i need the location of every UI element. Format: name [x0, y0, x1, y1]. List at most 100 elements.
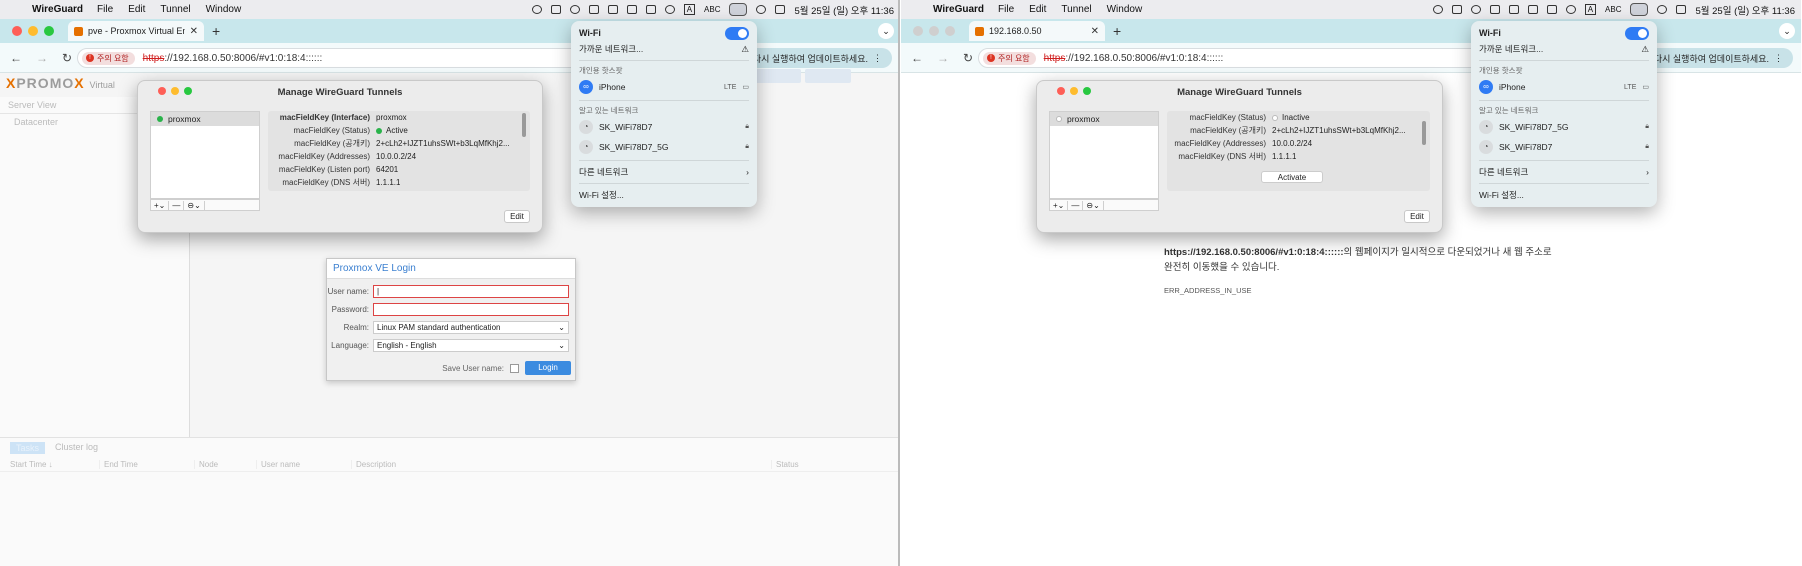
reload-icon[interactable]: ↻ [963, 51, 973, 65]
forward-icon[interactable]: → [937, 51, 949, 65]
minimize-button[interactable] [1070, 87, 1078, 95]
tunnel-actions-button[interactable]: ⊖⌄ [184, 200, 205, 210]
new-tab-icon[interactable]: + [1113, 23, 1121, 39]
remove-tunnel-button[interactable]: — [1068, 200, 1084, 210]
status-icon[interactable] [1508, 5, 1519, 14]
dnd-icon[interactable] [1565, 5, 1576, 14]
remove-tunnel-button[interactable]: — [169, 200, 185, 210]
update-button[interactable]: 다시 실행하여 업데이트하세요. ⋮ [1643, 48, 1793, 68]
realm-select[interactable]: Linux PAM standard authentication ⌄ [373, 320, 569, 334]
status-icon[interactable] [1470, 5, 1481, 14]
col-start-time[interactable]: Start Time ↓ [10, 460, 100, 469]
tunnel-actions-button[interactable]: ⊖⌄ [1083, 200, 1104, 210]
dnd-icon[interactable] [664, 5, 675, 14]
status-icon[interactable] [1451, 5, 1462, 14]
wifi-toggle[interactable] [725, 26, 749, 40]
wifi-settings-item[interactable]: Wi-Fi 설정... [1479, 187, 1649, 203]
security-badge[interactable]: ! 주의 요함 [983, 51, 1036, 65]
tab-cluster-log[interactable]: Cluster log [55, 442, 98, 454]
close-button[interactable] [12, 26, 22, 36]
minimize-button[interactable] [929, 26, 939, 36]
col-description[interactable]: Description [352, 460, 772, 469]
back-icon[interactable]: ← [10, 51, 22, 65]
battery-icon[interactable] [645, 5, 656, 14]
menu-tunnel[interactable]: Tunnel [160, 4, 190, 15]
save-user-checkbox[interactable] [510, 363, 519, 373]
menu-edit[interactable]: Edit [128, 4, 145, 15]
url-text[interactable]: https://192.168.0.50:8006/#v1:0:18:4::::… [1044, 53, 1224, 64]
zoom-button[interactable] [945, 26, 955, 36]
status-icon[interactable] [626, 5, 637, 14]
login-button[interactable]: Login [525, 361, 571, 375]
status-icon[interactable] [550, 5, 561, 14]
app-menu[interactable]: WireGuard [933, 4, 984, 15]
wifi-icon[interactable] [1630, 3, 1649, 16]
user-name-input[interactable]: | [373, 284, 569, 298]
scrollbar[interactable] [522, 113, 526, 137]
menu-file[interactable]: File [998, 4, 1014, 15]
create-ct-button[interactable] [805, 69, 851, 83]
known-network[interactable]: ◔ SK_WiFi78D7_5G 🔒︎ [579, 137, 749, 157]
clock[interactable]: 5월 25일 (일) 오후 11:36 [794, 3, 894, 17]
col-end-time[interactable]: End Time [100, 460, 195, 469]
known-network[interactable]: ◔ SK_WiFi78D7_5G 🔒︎ [1479, 117, 1649, 137]
hotspot-iphone[interactable]: ∞ iPhone LTE ▭ [579, 77, 749, 97]
known-network[interactable]: ◔ SK_WiFi78D7 🔒︎ [579, 117, 749, 137]
search-icon[interactable] [1657, 5, 1668, 14]
tab-search-icon[interactable]: ⌄ [878, 23, 894, 39]
col-node[interactable]: Node [195, 460, 257, 469]
status-icon[interactable] [1527, 5, 1538, 14]
status-icon[interactable] [569, 5, 580, 14]
battery-icon[interactable] [1546, 5, 1557, 14]
input-lang-label[interactable]: A [1584, 4, 1597, 15]
menu-file[interactable]: File [97, 4, 113, 15]
clock[interactable]: 5월 25일 (일) 오후 11:36 [1695, 3, 1795, 17]
security-badge[interactable]: ! 주의 요함 [82, 51, 135, 65]
back-icon[interactable]: ← [911, 51, 923, 65]
edit-button[interactable]: Edit [504, 210, 530, 223]
close-tab-icon[interactable]: ✕ [1091, 26, 1099, 37]
minimize-button[interactable] [171, 87, 179, 95]
nearby-networks-item[interactable]: 가까운 네트워크... ⚠ [579, 41, 749, 57]
scrollbar[interactable] [1422, 121, 1426, 145]
col-status[interactable]: Status [772, 460, 805, 469]
other-networks-item[interactable]: 다른 네트워크 › [579, 164, 749, 180]
wifi-settings-item[interactable]: Wi-Fi 설정... [579, 187, 749, 203]
known-network[interactable]: ◔ SK_WiFi78D7 🔒︎ [1479, 137, 1649, 157]
input-lang-label[interactable]: A [683, 4, 696, 15]
control-center-icon[interactable] [1676, 5, 1687, 14]
menu-window[interactable]: Window [1107, 4, 1143, 15]
status-icon[interactable] [1432, 5, 1443, 14]
close-button[interactable] [158, 87, 166, 95]
minimize-button[interactable] [28, 26, 38, 36]
close-tab-icon[interactable]: ✕ [190, 26, 198, 37]
close-button[interactable] [1057, 87, 1065, 95]
menu-window[interactable]: Window [206, 4, 242, 15]
wifi-toggle[interactable] [1625, 26, 1649, 40]
search-icon[interactable] [756, 5, 767, 14]
tab-ip[interactable]: 192.168.0.50 ✕ [969, 21, 1105, 41]
status-icon[interactable] [607, 5, 618, 14]
tunnel-item[interactable]: proxmox [1050, 112, 1158, 126]
status-icon[interactable] [1489, 5, 1500, 14]
hotspot-iphone[interactable]: ∞ iPhone LTE ▭ [1479, 77, 1649, 97]
activate-button[interactable]: Activate [1261, 171, 1323, 183]
tab-tasks[interactable]: Tasks [10, 442, 46, 454]
zoom-button[interactable] [44, 26, 54, 36]
status-icon[interactable] [531, 5, 542, 14]
abc-label[interactable]: ABC [1605, 5, 1621, 14]
zoom-button[interactable] [1083, 87, 1091, 95]
new-tab-icon[interactable]: + [212, 23, 220, 39]
tunnel-item[interactable]: proxmox [151, 112, 259, 126]
menu-tunnel[interactable]: Tunnel [1061, 4, 1091, 15]
close-button[interactable] [913, 26, 923, 36]
abc-label[interactable]: ABC [704, 5, 720, 14]
zoom-button[interactable] [184, 87, 192, 95]
edit-button[interactable]: Edit [1404, 210, 1430, 223]
status-icon[interactable] [588, 5, 599, 14]
forward-icon[interactable]: → [36, 51, 48, 65]
create-vm-button[interactable] [755, 69, 801, 83]
tab-proxmox[interactable]: pve - Proxmox Virtual Environ... ✕ [68, 21, 204, 41]
control-center-icon[interactable] [775, 5, 786, 14]
update-button[interactable]: 다시 실행하여 업데이트하세요. ⋮ [742, 48, 892, 68]
